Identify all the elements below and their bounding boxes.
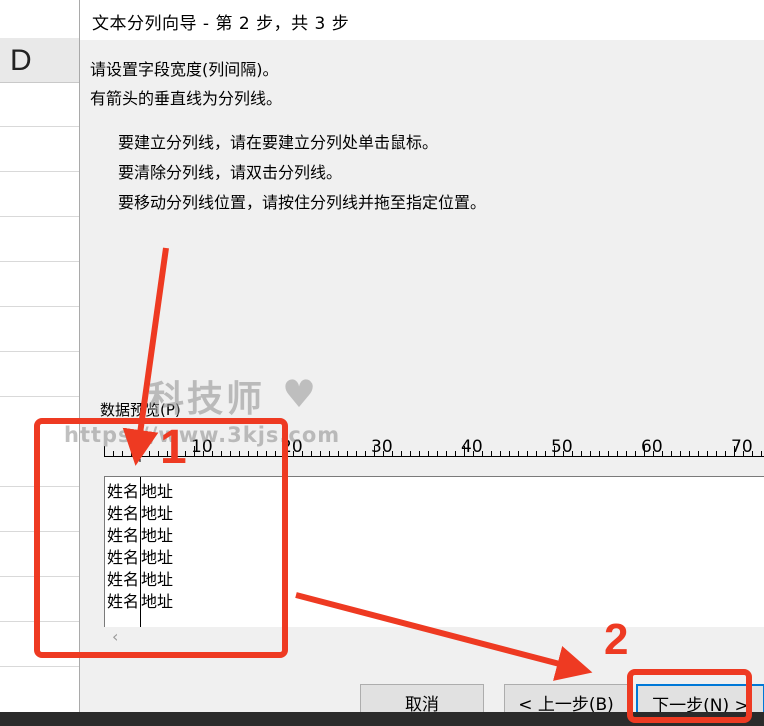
intro-text-line1: 请设置字段宽度(列间隔)。 [90,60,279,79]
instruction-create: 要建立分列线，请在要建立分列处单击鼠标。 [118,133,439,152]
ruler-tick [707,451,708,456]
ruler-tick [356,451,357,456]
dialog-titlebar[interactable]: 文本分列向导 - 第 2 步，共 3 步 [80,0,764,40]
ruler-label-40: 40 [461,437,483,457]
row-gridline [0,396,80,397]
ruler-label-50: 50 [551,437,573,457]
ruler-tick [446,451,447,456]
ruler-tick [338,451,339,456]
row-gridline [0,666,80,667]
column-header-d[interactable]: D [0,38,79,83]
ruler-tick [689,451,690,456]
ruler-tick [617,451,618,456]
intro-text-line2: 有箭头的垂直线为分列线。 [90,89,283,108]
ruler-tick [365,451,366,456]
ruler-tick [518,451,519,456]
ruler-label-70: 70 [731,437,753,457]
ruler-label-60: 60 [641,437,663,457]
ruler-tick [347,451,348,456]
row-gridline [0,351,80,352]
ruler-tick [680,451,681,456]
ruler-tick [491,451,492,456]
ruler-tick [410,451,411,456]
ruler-tick [671,451,672,456]
annotation-step-2: 2 [604,615,629,664]
watermark-text: 科技师 [148,379,266,420]
ruler-tick [581,451,582,456]
ruler-tick [536,451,537,456]
ruler-tick [329,451,330,456]
column-label: D [10,44,32,77]
ruler-tick [320,451,321,456]
ruler-tick [509,451,510,456]
ruler-tick [761,451,762,456]
ruler-tick [401,451,402,456]
ruler-tick [716,451,717,456]
ruler-tick [500,451,501,456]
ruler-tick [599,451,600,456]
annotation-box-2 [627,669,752,723]
ruler-tick [590,451,591,456]
ruler-tick [419,451,420,456]
heart-icon: ♥ [282,372,317,416]
ruler-tick [545,451,546,456]
ruler-tick [626,451,627,456]
dialog-title: 文本分列向导 - 第 2 步，共 3 步 [92,14,350,34]
row-gridline [0,216,80,217]
ruler-tick [725,451,726,456]
ruler-tick [311,451,312,456]
row-gridline [0,306,80,307]
ruler-label-30: 30 [371,437,393,457]
row-gridline [0,126,80,127]
ruler-tick [455,451,456,456]
instruction-clear: 要清除分列线，请双击分列线。 [118,163,343,182]
ruler-tick [527,451,528,456]
ruler-tick [608,451,609,456]
row-gridline [0,261,80,262]
ruler-tick [437,451,438,456]
annotation-step-1: 1 [160,421,187,474]
ruler-tick [698,451,699,456]
ruler-tick [635,451,636,456]
instruction-move: 要移动分列线位置，请按住分列线并拖至指定位置。 [118,193,487,212]
row-gridline [0,171,80,172]
ruler-tick [428,451,429,456]
